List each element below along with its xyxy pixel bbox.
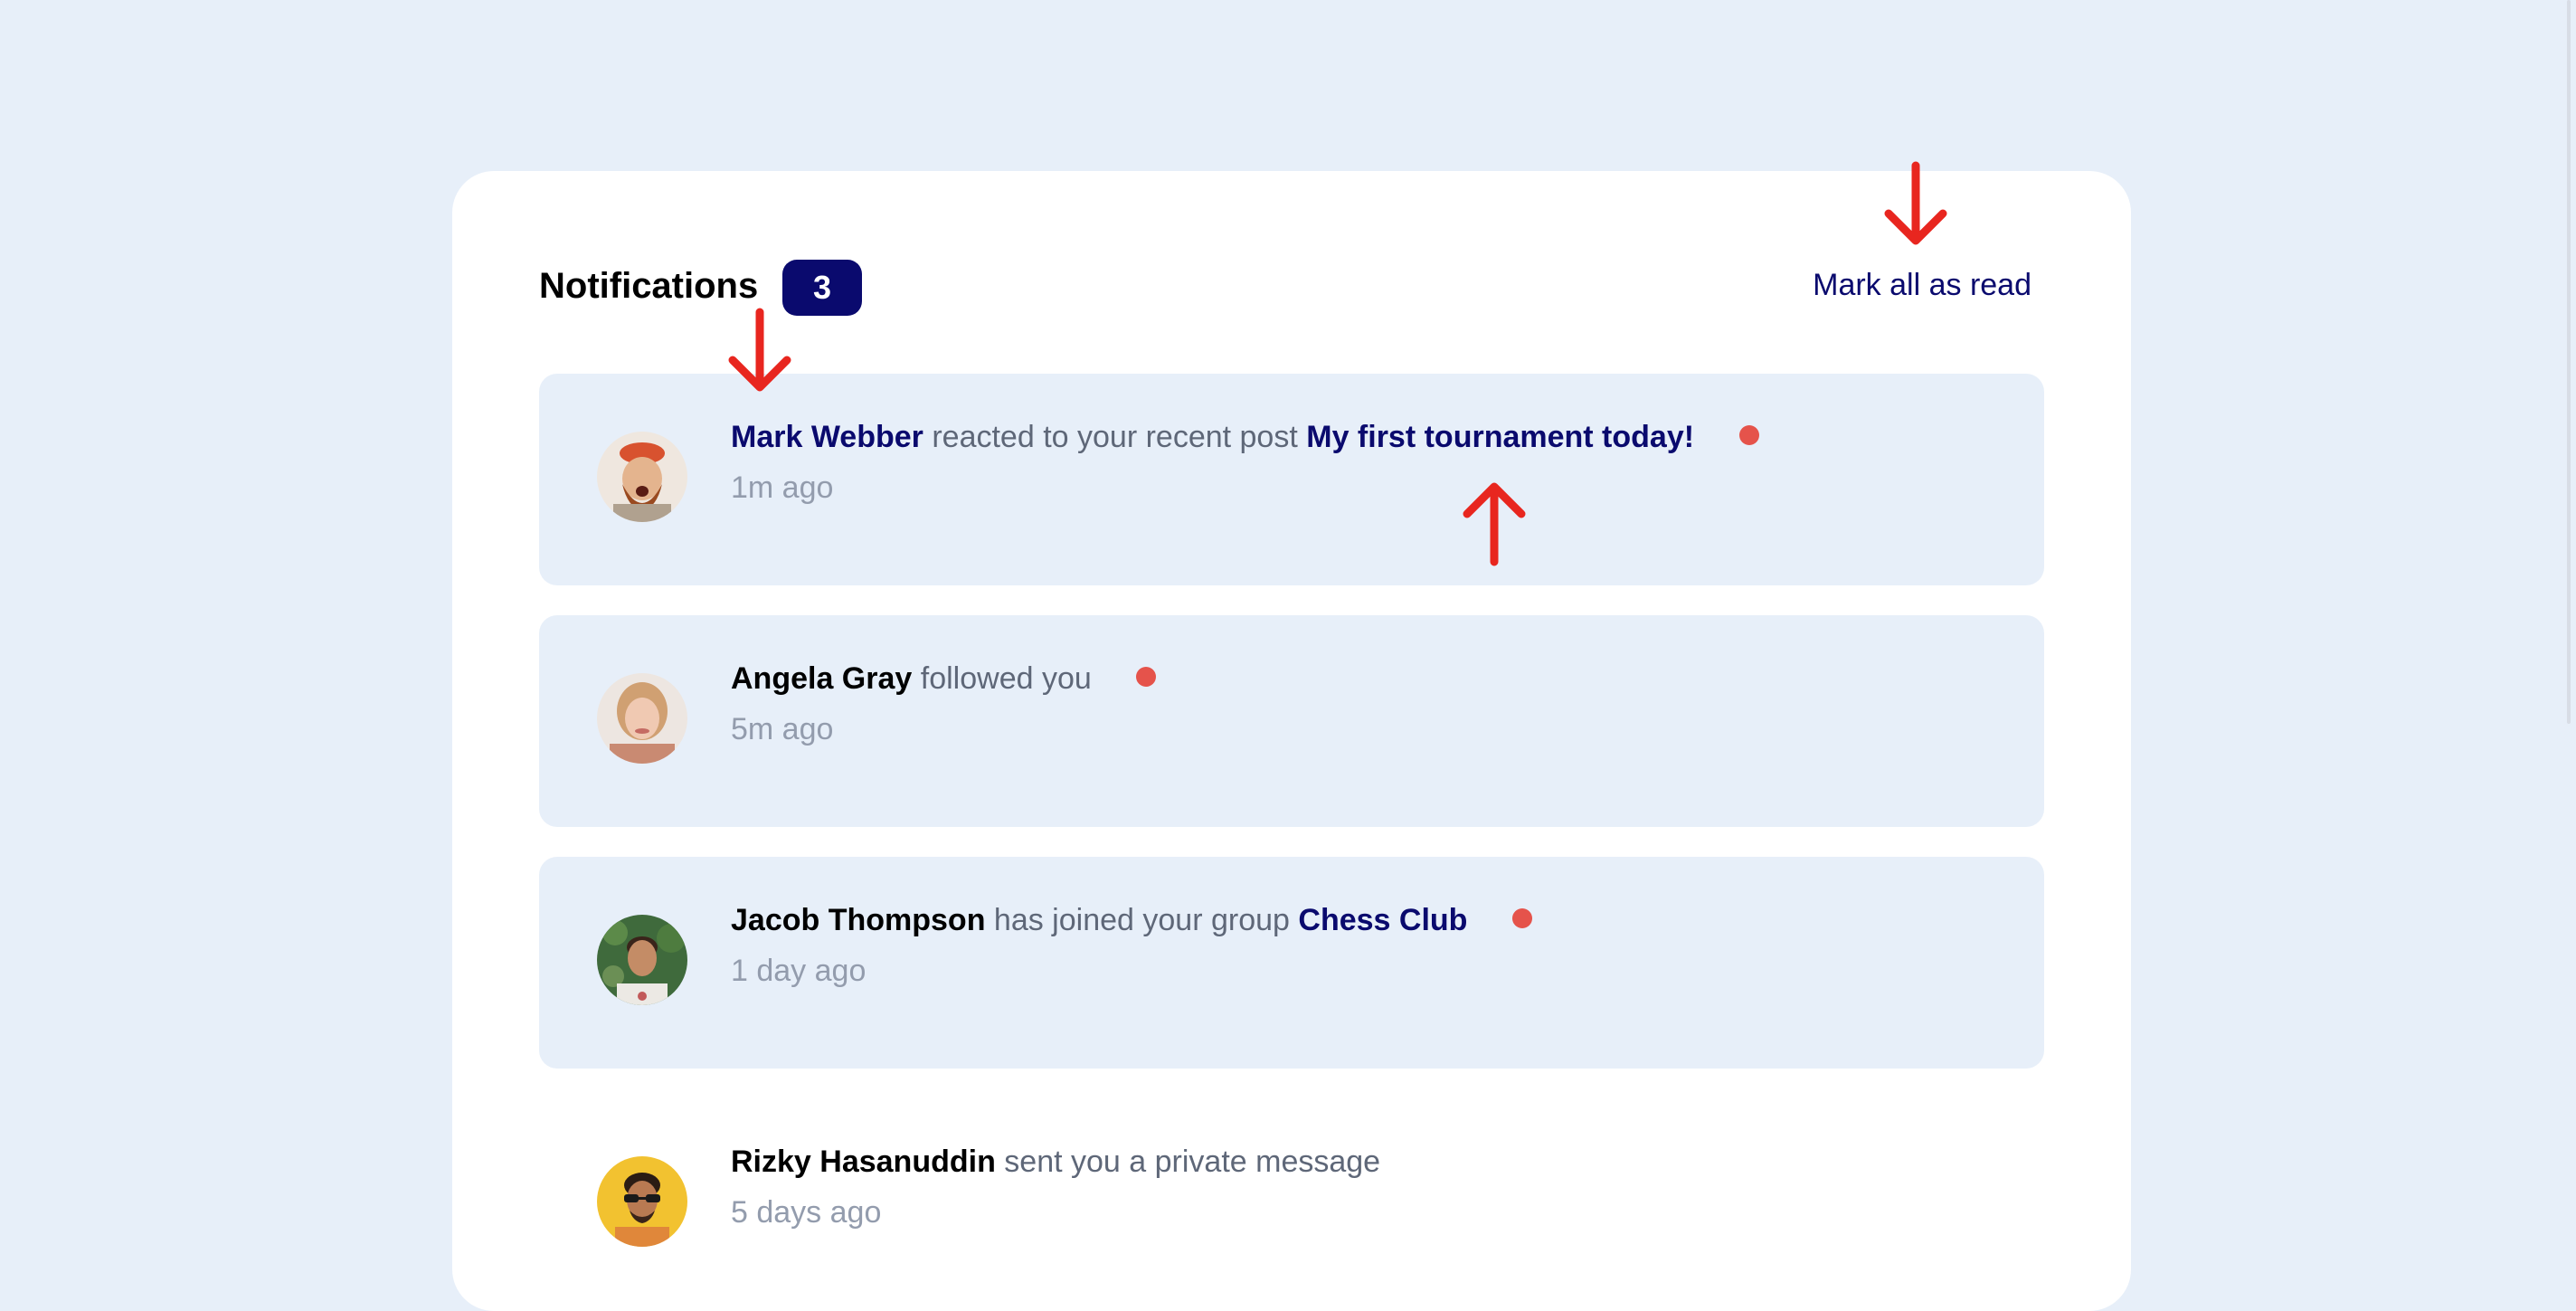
notification-action: followed you [920,661,1092,696]
notification-text: Rizky Hasanuddin sent you a private mess… [731,1142,1380,1182]
notification-author[interactable]: Jacob Thompson [731,903,985,937]
annotation-arrow-up-icon [1463,482,1526,566]
notification-text: Angela Gray followed you [731,659,1157,698]
unread-dot [1738,425,1759,446]
notification-item-jacob-thompson[interactable]: Jacob Thompson has joined your group Che… [539,857,2044,1069]
unread-dot [1511,908,1532,929]
notification-action: reacted to your recent post [932,420,1298,454]
notification-time: 1 day ago [731,954,867,988]
unread-dot [1136,667,1157,688]
page: Notifications 3 Mark all as read Mark We… [0,0,2576,1311]
annotation-arrow-down-icon [1884,161,1947,245]
notification-target-group[interactable]: Chess Club [1298,903,1467,937]
avatar-mark-webber [597,432,687,522]
notification-author[interactable]: Angela Gray [731,661,912,696]
avatar-angela-gray [597,673,687,764]
notification-item-rizky-hasanuddin[interactable]: Rizky Hasanuddin sent you a private mess… [539,1098,2044,1310]
avatar-rizky-hasanuddin [597,1156,687,1247]
page-title: Notifications [539,266,759,306]
notification-item-angela-gray[interactable]: Angela Gray followed you 5m ago [539,615,2044,827]
notification-text: Mark Webber reacted to your recent post … [731,417,1759,457]
scrollbar-thumb[interactable] [2567,0,2571,724]
notification-time: 1m ago [731,470,834,505]
avatar-jacob-thompson [597,915,687,1005]
notification-target-post[interactable]: My first tournament today! [1306,420,1694,454]
notification-item-mark-webber[interactable]: Mark Webber reacted to your recent post … [539,374,2044,585]
notification-time: 5 days ago [731,1195,882,1230]
mark-all-as-read-button[interactable]: Mark all as read [1813,270,2031,300]
notification-action: sent you a private message [1004,1145,1381,1179]
annotation-arrow-down-icon [728,308,791,392]
notification-time: 5m ago [731,712,834,746]
notification-author[interactable]: Rizky Hasanuddin [731,1145,996,1179]
notification-author[interactable]: Mark Webber [731,420,923,454]
notification-text: Jacob Thompson has joined your group Che… [731,900,1532,940]
notification-action: has joined your group [993,903,1290,937]
